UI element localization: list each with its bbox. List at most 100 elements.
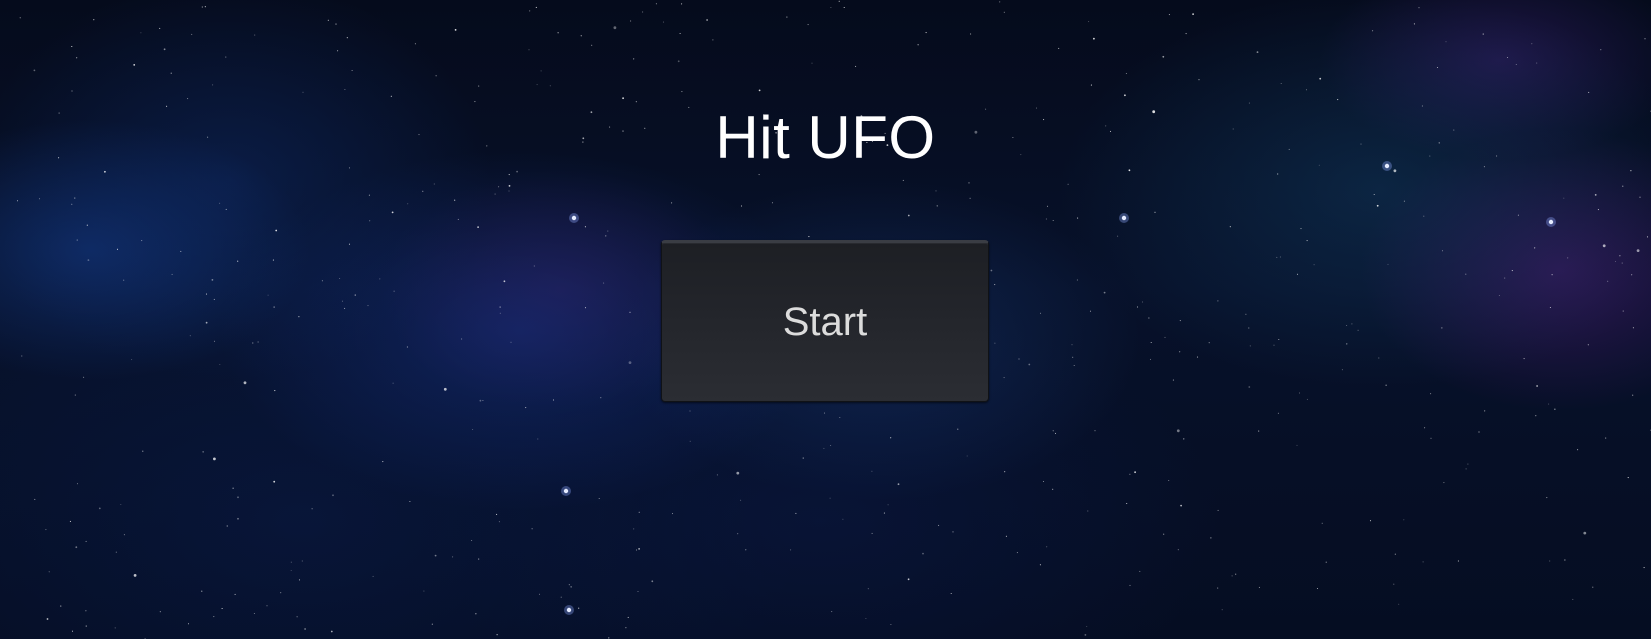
star: [843, 6, 845, 9]
star: [1605, 437, 1607, 439]
star: [1393, 583, 1395, 585]
star: [1413, 23, 1415, 25]
star: [33, 69, 36, 72]
star: [1229, 226, 1231, 228]
star: [1276, 256, 1278, 258]
star: [568, 584, 570, 586]
star: [1600, 49, 1602, 51]
star: [786, 16, 788, 18]
star: [508, 190, 510, 192]
star: [712, 39, 714, 41]
star: [187, 623, 190, 625]
star: [1465, 273, 1467, 275]
star: [1071, 344, 1073, 346]
star: [1196, 356, 1199, 358]
star: [1441, 250, 1444, 252]
star: [311, 508, 313, 510]
star: [1313, 264, 1315, 266]
star: [1572, 598, 1574, 600]
star: [116, 248, 119, 250]
star: [1563, 197, 1565, 199]
star: [213, 298, 215, 300]
star: [503, 280, 506, 283]
star: [1341, 369, 1343, 371]
star: [605, 235, 607, 237]
star: [1554, 408, 1556, 410]
star: [1248, 327, 1250, 329]
star: [938, 524, 940, 526]
star: [1003, 377, 1005, 379]
star: [1531, 43, 1533, 45]
star: [1357, 329, 1359, 331]
star: [204, 6, 206, 8]
star: [1646, 236, 1649, 238]
star: [584, 307, 587, 309]
star: [1478, 431, 1480, 433]
star: [681, 3, 683, 5]
star: [552, 399, 555, 401]
game-title: Hit UFO: [715, 104, 936, 171]
star: [936, 205, 938, 207]
star: [508, 185, 511, 187]
star: [528, 49, 530, 51]
star: [367, 305, 369, 307]
star: [1445, 41, 1447, 43]
star: [1090, 84, 1092, 86]
star: [76, 483, 79, 485]
star: [499, 306, 501, 308]
star: [1072, 356, 1074, 358]
star: [1280, 82, 1282, 85]
star: [38, 198, 41, 200]
star: [327, 19, 329, 21]
star: [170, 72, 172, 74]
star: [1039, 312, 1042, 314]
star: [1372, 30, 1374, 32]
star: [201, 590, 203, 592]
star: [496, 634, 498, 636]
star: [98, 507, 101, 510]
bright-star: [1548, 219, 1554, 225]
star: [1373, 193, 1375, 196]
star: [341, 300, 344, 302]
star: [1403, 200, 1405, 202]
star: [1125, 72, 1127, 75]
star: [1077, 217, 1079, 219]
star: [689, 440, 691, 442]
star: [1134, 471, 1136, 474]
star: [409, 500, 411, 503]
start-button[interactable]: Start: [661, 240, 989, 402]
star: [498, 186, 500, 188]
star: [475, 613, 477, 615]
star: [802, 457, 804, 459]
star: [1172, 379, 1174, 381]
star: [344, 88, 346, 91]
star: [335, 23, 337, 25]
star: [1039, 564, 1041, 566]
star: [867, 588, 869, 590]
star: [970, 33, 972, 35]
star: [808, 236, 810, 238]
star: [952, 531, 954, 533]
star: [1016, 552, 1018, 554]
star: [454, 29, 457, 31]
star: [267, 294, 269, 296]
star: [296, 616, 298, 618]
star: [871, 470, 873, 472]
star: [1430, 437, 1432, 439]
star: [83, 376, 85, 378]
star: [842, 518, 844, 520]
star: [662, 21, 665, 23]
star: [598, 497, 600, 500]
star: [1305, 89, 1308, 91]
star: [740, 205, 743, 207]
star: [21, 355, 23, 357]
star: [635, 549, 638, 551]
star: [234, 593, 236, 595]
star: [290, 561, 292, 563]
star: [414, 43, 416, 45]
star: [607, 230, 609, 232]
star: [629, 311, 631, 313]
star: [1278, 338, 1280, 341]
star: [433, 183, 435, 185]
star: [1179, 320, 1181, 322]
